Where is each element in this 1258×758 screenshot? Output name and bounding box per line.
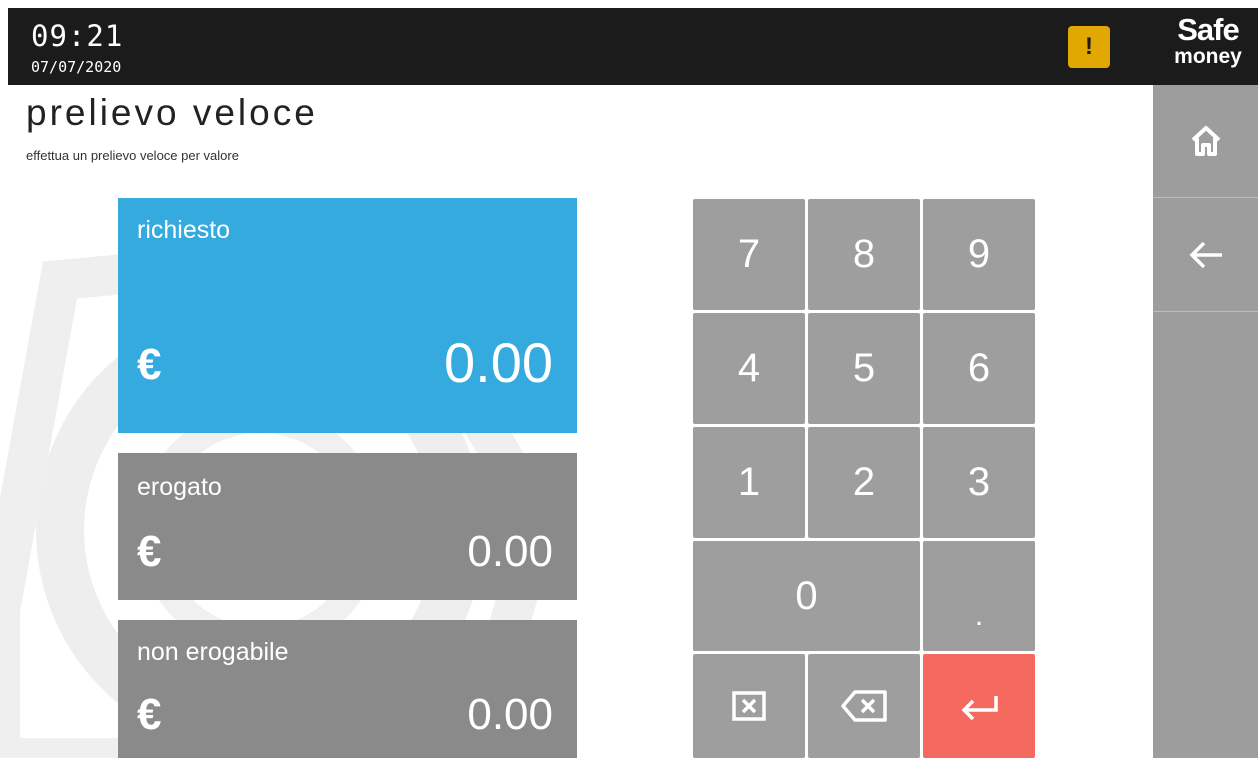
alert-symbol: ! [1085, 33, 1093, 60]
key-4[interactable]: 4 [693, 313, 805, 424]
dispensed-label: erogato [137, 473, 222, 501]
enter-button[interactable] [923, 654, 1035, 758]
clock-date: 07/07/2020 [31, 58, 122, 76]
clock-time: 09:21 [31, 19, 124, 53]
key-7[interactable]: 7 [693, 199, 805, 310]
dispensed-currency: € [137, 527, 162, 576]
logo: Safe money [1158, 14, 1258, 68]
clear-button[interactable] [693, 654, 805, 758]
not-dispensable-currency: € [137, 690, 162, 739]
page-title: prelievo veloce [26, 92, 318, 133]
key-1[interactable]: 1 [693, 427, 805, 538]
not-dispensable-value: 0.00 [467, 690, 553, 739]
logo-line2: money [1174, 45, 1242, 68]
backspace-icon [841, 690, 887, 722]
sidebar [1153, 85, 1258, 758]
not-dispensable-panel: non erogabile € 0.00 [118, 620, 577, 758]
back-button[interactable] [1153, 199, 1258, 312]
top-bar: 09:21 07/07/2020 ! Safe money [8, 8, 1258, 85]
home-icon [1191, 126, 1220, 156]
back-arrow-icon [1189, 241, 1222, 269]
dispensed-panel: erogato € 0.00 [118, 453, 577, 600]
key-dot[interactable]: . [923, 541, 1035, 651]
key-5[interactable]: 5 [808, 313, 920, 424]
dispensed-value: 0.00 [467, 527, 553, 576]
key-2[interactable]: 2 [808, 427, 920, 538]
requested-currency: € [137, 340, 162, 389]
key-6[interactable]: 6 [923, 313, 1035, 424]
requested-label: richiesto [137, 216, 231, 244]
logo-line1: Safe [1177, 12, 1239, 47]
warning-icon[interactable]: ! [1068, 26, 1110, 68]
enter-icon [961, 696, 998, 720]
requested-value: 0.00 [444, 331, 553, 394]
not-dispensable-label: non erogabile [137, 638, 289, 666]
key-9[interactable]: 9 [923, 199, 1035, 310]
backspace-button[interactable] [808, 654, 920, 758]
clear-icon [732, 691, 766, 721]
requested-panel: richiesto € 0.00 [118, 198, 577, 433]
key-3[interactable]: 3 [923, 427, 1035, 538]
key-0[interactable]: 0 [693, 541, 920, 651]
home-button[interactable] [1153, 85, 1258, 198]
page-subtitle: effettua un prelievo veloce per valore [26, 148, 239, 163]
key-8[interactable]: 8 [808, 199, 920, 310]
